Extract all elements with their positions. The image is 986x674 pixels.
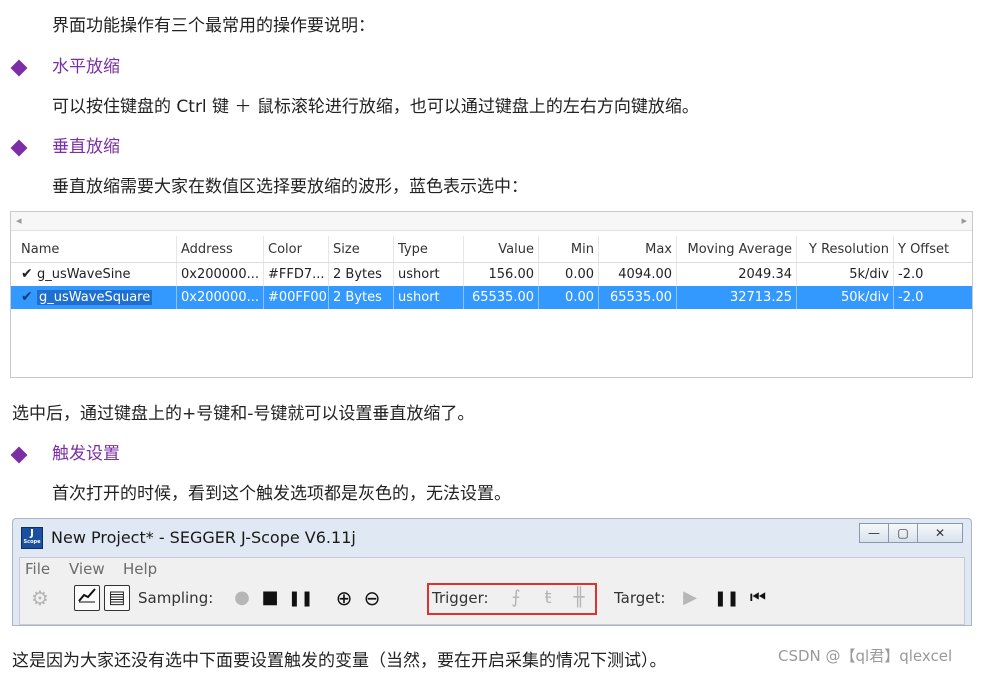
- scroll-right-icon[interactable]: ▸: [961, 214, 967, 227]
- cell-min: 0.00: [539, 263, 599, 286]
- cell-min: 0.00: [539, 286, 599, 309]
- bullet-icon: [10, 139, 28, 157]
- toolbar: ⚙ ▤ Sampling: ● ■ ❚❚ ⊕ ⊖ Trigger: ⨍ ŧ ╫ …: [20, 580, 964, 626]
- menu-help[interactable]: Help: [123, 560, 157, 578]
- scroll-left-icon[interactable]: ◂: [16, 214, 22, 227]
- maximize-button[interactable]: ▢: [888, 523, 918, 543]
- horizontal-zoom-text: 可以按住键盘的 Ctrl 键 ＋ 鼠标滚轮进行放缩，也可以通过键盘上的左右方向键…: [52, 97, 699, 117]
- list-view-toggle[interactable]: ▤: [104, 585, 130, 611]
- col-type[interactable]: Type: [394, 236, 464, 262]
- watermark: CSDN @【ql君】qlexcel: [778, 647, 953, 665]
- cell-y-resolution: 50k/div: [797, 286, 894, 309]
- target-label: Target:: [614, 589, 666, 607]
- target-pause-icon[interactable]: ❚❚: [714, 586, 739, 610]
- cell-value: 65535.00: [464, 286, 539, 309]
- heading-horizontal-zoom: 水平放缩: [52, 57, 120, 77]
- col-y-offset[interactable]: Y Offset: [894, 236, 972, 262]
- sampling-label: Sampling:: [138, 589, 214, 607]
- col-value[interactable]: Value: [464, 236, 539, 262]
- record-icon[interactable]: ●: [232, 586, 252, 610]
- cell-address: 0x200000...: [177, 263, 264, 286]
- checkmark-icon[interactable]: ✔: [21, 286, 35, 309]
- zoom-out-icon[interactable]: ⊖: [360, 586, 384, 610]
- table-row[interactable]: ✔ g_usWaveSine 0x200000... #FFD7... 2 Byt…: [11, 263, 972, 286]
- cell-type: ushort: [394, 263, 464, 286]
- jscope-window: J Scope New Project* - SEGGER J-Scope V6.…: [12, 518, 972, 626]
- cell-y-offset: -2.0: [898, 267, 924, 282]
- cell-size: 2 Bytes: [329, 286, 394, 309]
- play-icon[interactable]: ▶: [680, 586, 700, 610]
- col-name[interactable]: Name: [17, 236, 177, 262]
- cell-y-resolution: 5k/div: [797, 263, 894, 286]
- table-header: Name Address Color Size Type Value Min M…: [11, 236, 972, 263]
- cell-color: #FFD7...: [264, 263, 329, 286]
- trigger-label: Trigger:: [432, 589, 489, 607]
- cell-y-offset: -2.0: [898, 290, 924, 305]
- menu-view[interactable]: View: [69, 560, 105, 578]
- cell-moving-average: 2049.34: [677, 263, 797, 286]
- table-row-selected[interactable]: ✔ g_usWaveSquare 0x200000... #00FF00 2 By…: [11, 286, 972, 309]
- trigger-both-icon[interactable]: ╫: [568, 586, 590, 610]
- horizontal-scrollbar[interactable]: ◂ ▸: [11, 212, 972, 231]
- bullet-icon: [10, 446, 28, 464]
- col-color[interactable]: Color: [264, 236, 329, 262]
- menu-bar: File View Help: [20, 558, 964, 580]
- skip-to-start-icon[interactable]: ⏮: [746, 586, 770, 610]
- cell-moving-average: 32713.25: [677, 286, 797, 309]
- cell-value: 156.00: [464, 263, 539, 286]
- col-address[interactable]: Address: [177, 236, 264, 262]
- trigger-rising-icon[interactable]: ⨍: [506, 586, 526, 610]
- pause-icon[interactable]: ❚❚: [288, 586, 313, 610]
- title-bar[interactable]: J Scope New Project* - SEGGER J-Scope V6.…: [13, 519, 971, 557]
- watch-table: ◂ ▸ Name Address Color Size Type Value M…: [10, 211, 973, 378]
- jscope-app-icon: J Scope: [21, 527, 43, 549]
- heading-trigger-settings: 触发设置: [52, 444, 120, 464]
- cell-type: ushort: [394, 286, 464, 309]
- cell-color: #00FF00: [264, 286, 329, 309]
- col-moving-average[interactable]: Moving Average: [677, 236, 797, 262]
- col-max[interactable]: Max: [599, 236, 677, 262]
- heading-vertical-zoom: 垂直放缩: [52, 137, 120, 157]
- menu-file[interactable]: File: [25, 560, 50, 578]
- bullet-icon: [10, 59, 28, 77]
- trigger-text: 首次打开的时候，看到这个触发选项都是灰色的，无法设置。: [52, 484, 511, 504]
- after-select-text: 选中后，通过键盘上的+号键和-号键就可以设置垂直放缩了。: [12, 404, 475, 424]
- cell-name: ✔ g_usWaveSquare: [17, 286, 177, 309]
- close-button[interactable]: ✕: [917, 523, 963, 543]
- zoom-in-icon[interactable]: ⊕: [332, 586, 356, 610]
- col-min[interactable]: Min: [539, 236, 599, 262]
- chart-view-toggle[interactable]: [74, 585, 100, 611]
- vertical-zoom-text: 垂直放缩需要大家在数值区选择要放缩的波形，蓝色表示选中：: [52, 177, 528, 197]
- gear-icon[interactable]: ⚙: [28, 586, 52, 610]
- cell-size: 2 Bytes: [329, 263, 394, 286]
- col-y-resolution[interactable]: Y Resolution: [797, 236, 894, 262]
- cell-max: 65535.00: [599, 286, 677, 309]
- window-client: File View Help ⚙ ▤ Sampling: ● ■ ❚❚ ⊕ ⊖ …: [19, 557, 965, 625]
- checkmark-icon[interactable]: ✔: [21, 263, 35, 286]
- cell-name: ✔ g_usWaveSine: [17, 263, 177, 286]
- intro-text: 界面功能操作有三个最常用的操作要说明：: [52, 16, 375, 36]
- stop-icon[interactable]: ■: [260, 586, 280, 610]
- chart-icon: [78, 588, 96, 603]
- cell-address: 0x200000...: [177, 286, 264, 309]
- trigger-falling-icon[interactable]: ŧ: [538, 586, 558, 610]
- minimize-button[interactable]: —: [859, 523, 889, 543]
- conclusion-text: 这是因为大家还没有选中下面要设置触发的变量（当然，要在开启采集的情况下测试）。: [12, 651, 667, 671]
- cell-max: 4094.00: [599, 263, 677, 286]
- col-size[interactable]: Size: [329, 236, 394, 262]
- window-title: New Project* - SEGGER J-Scope V6.11j: [51, 528, 356, 547]
